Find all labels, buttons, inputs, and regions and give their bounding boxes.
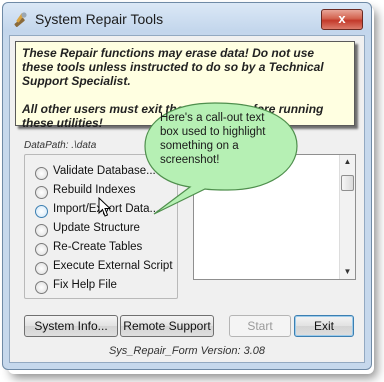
mouse-pointer-icon <box>98 197 112 217</box>
callout-bubble <box>144 102 298 215</box>
callout-text: Here's a call-out text box used to highl… <box>160 112 266 166</box>
